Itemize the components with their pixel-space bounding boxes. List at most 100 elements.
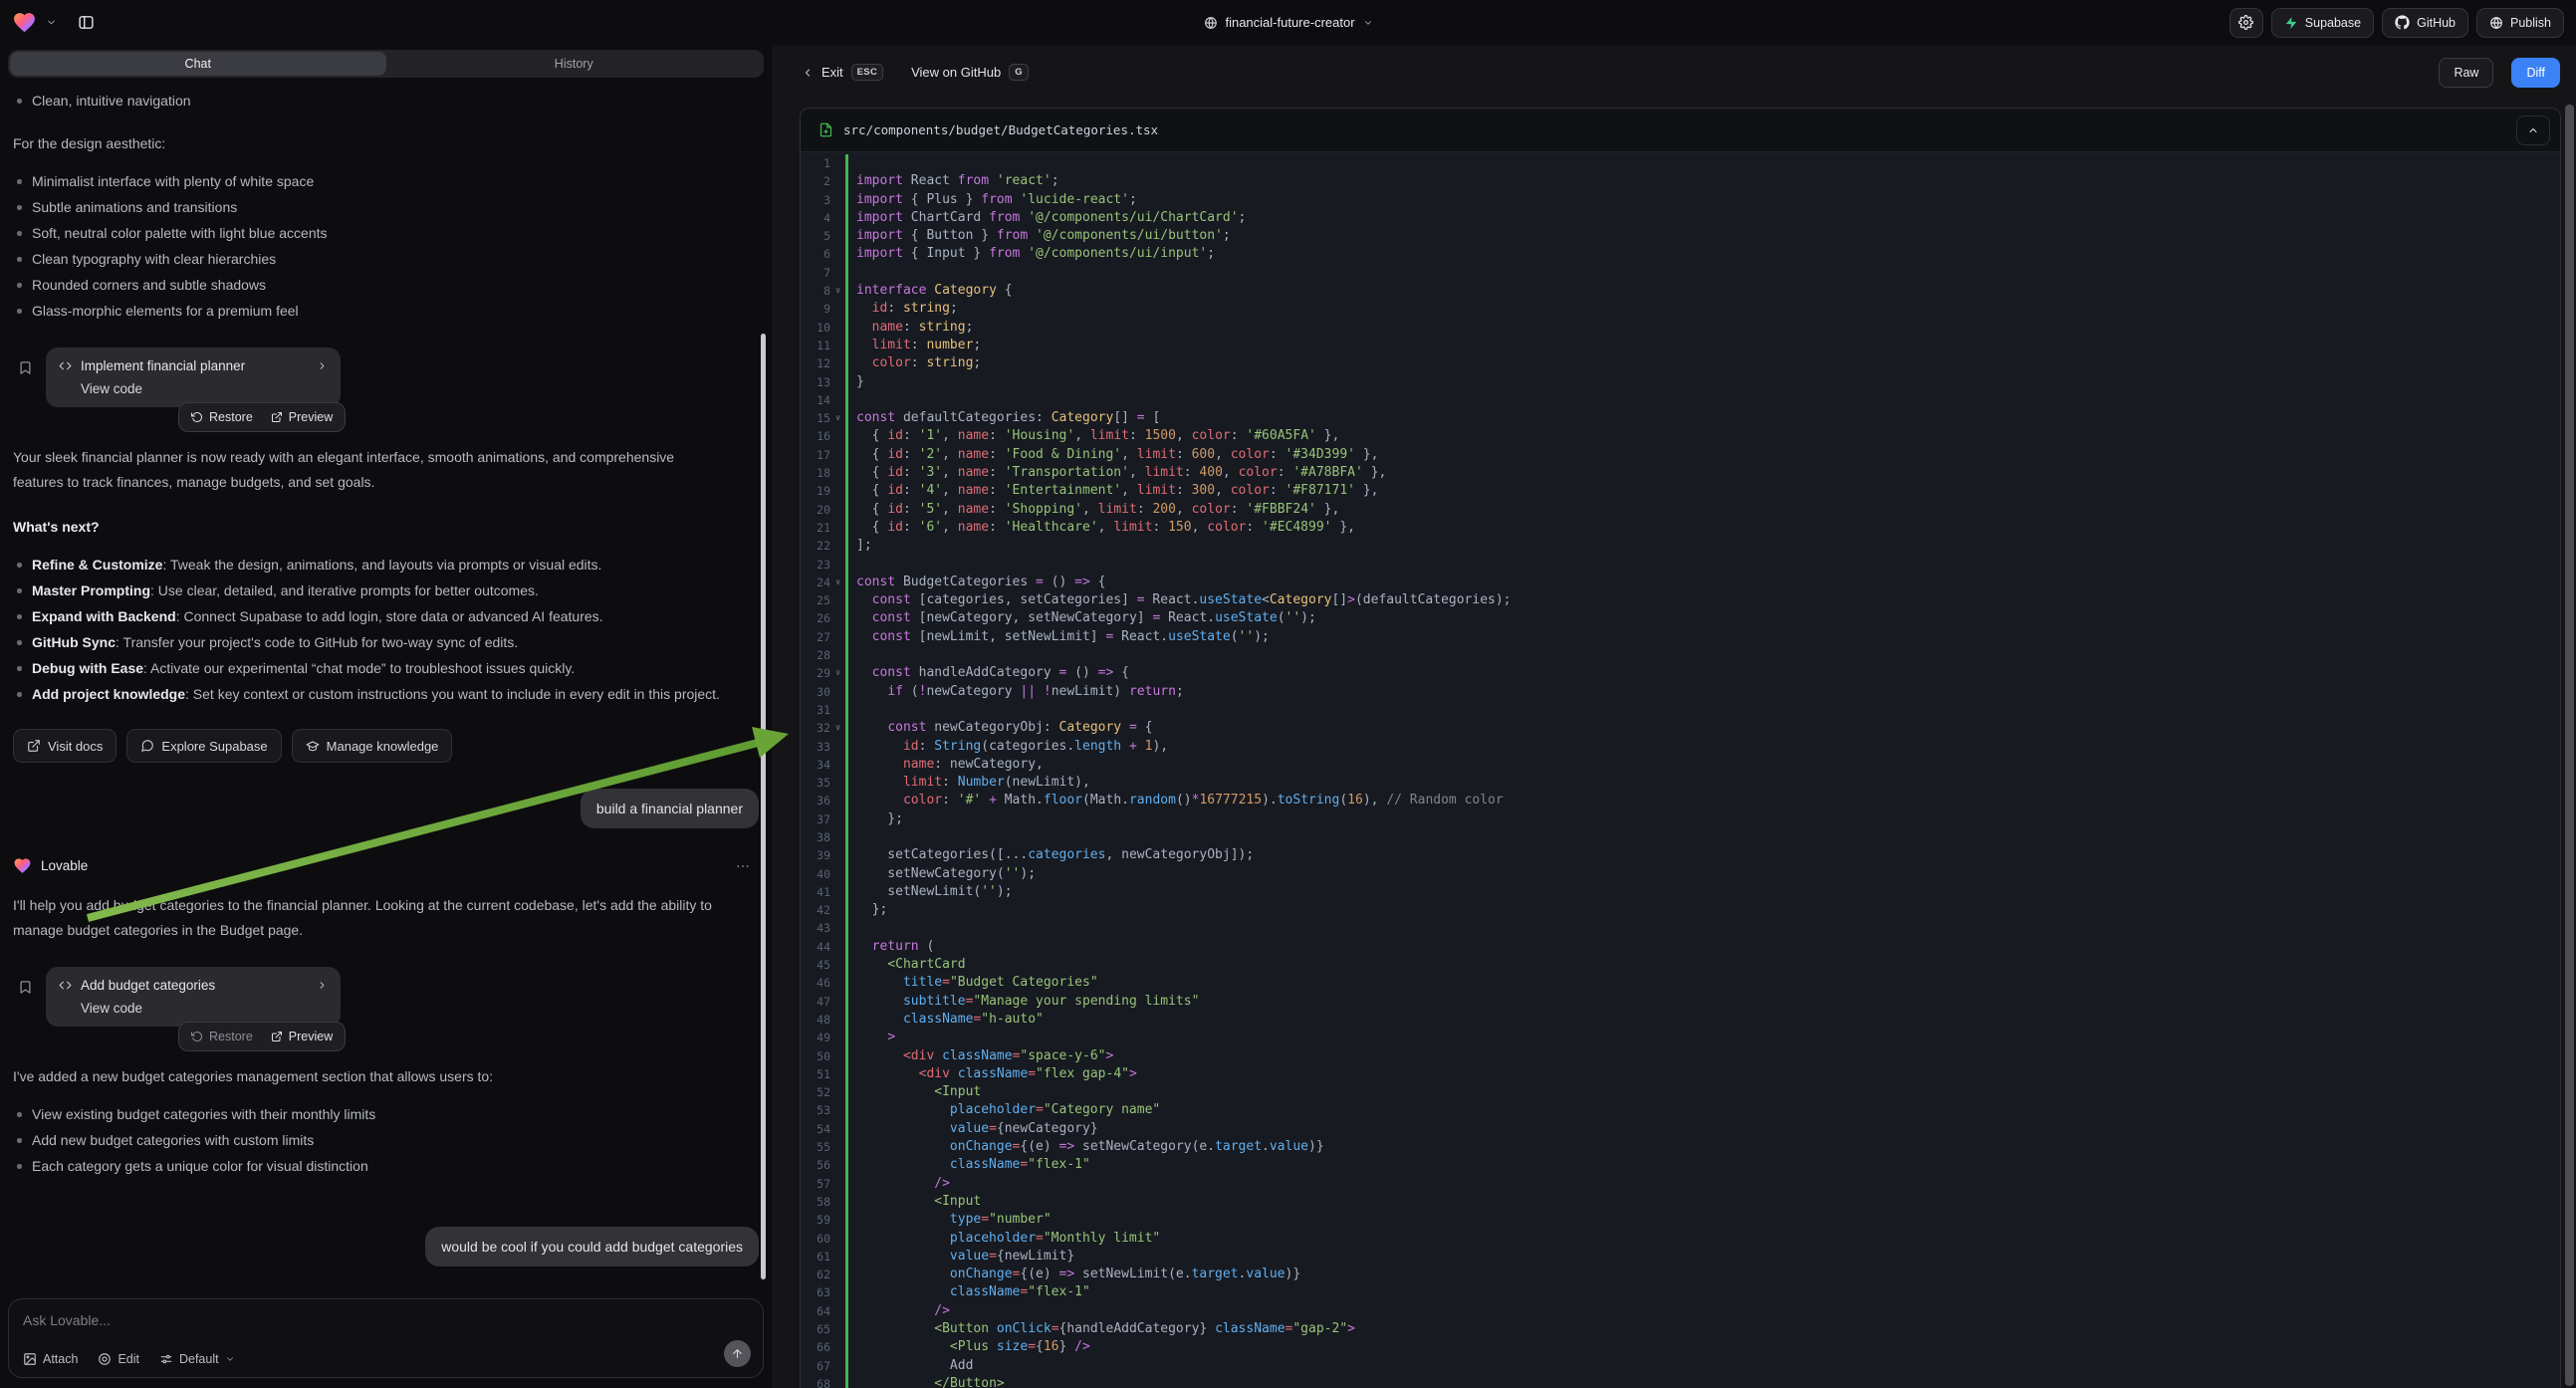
settings-button[interactable] — [2229, 8, 2263, 38]
code-line: 45 <ChartCard — [801, 956, 2560, 974]
view-on-github-button[interactable]: View on GitHub G — [911, 64, 1029, 81]
view-code-link[interactable]: View code — [81, 381, 328, 396]
top-bar: financial-future-creator Supabase GitHub… — [0, 0, 2576, 45]
code-line: 62 onChange={(e) => setNewLimit(e.target… — [801, 1266, 2560, 1283]
project-switcher[interactable]: financial-future-creator — [1203, 0, 1372, 45]
file-added-icon — [819, 122, 833, 137]
supabase-button[interactable]: Supabase — [2271, 8, 2374, 38]
user-message-row: would be cool if you could add budget ca… — [13, 1227, 759, 1267]
edit-label: Edit — [117, 1352, 139, 1366]
edit-button[interactable]: Edit — [98, 1352, 139, 1366]
code-line: 51 <div className="flex gap-4"> — [801, 1065, 2560, 1083]
code-area[interactable]: 1 2import React from 'react';3import { P… — [801, 152, 2560, 1388]
mode-label: Default — [179, 1352, 219, 1366]
version-title: Implement financial planner — [81, 358, 245, 373]
send-button[interactable] — [724, 1340, 751, 1367]
diff-toggle-button[interactable]: Diff — [2511, 58, 2560, 88]
prompt-toolbar: Attach Edit Default — [23, 1352, 749, 1366]
restore-button[interactable]: Restore — [191, 410, 253, 424]
lovable-logo-icon[interactable] — [12, 10, 37, 35]
view-code-link[interactable]: View code — [81, 1001, 328, 1016]
logo-menu-chevron-icon[interactable] — [46, 17, 57, 28]
bookmark-icon[interactable] — [18, 980, 33, 995]
project-globe-icon — [1203, 16, 1217, 30]
list-item: Refine & Customize: Tweak the design, an… — [13, 552, 722, 578]
prompt-input[interactable]: Ask Lovable... Attach Edit Default — [8, 1298, 764, 1378]
rotate-ccw-icon — [191, 1031, 203, 1042]
collapse-file-button[interactable] — [2516, 116, 2550, 145]
target-icon — [98, 1352, 112, 1366]
github-button[interactable]: GitHub — [2382, 8, 2468, 38]
exit-button[interactable]: Exit ESC — [802, 64, 883, 81]
code-line: 17 { id: '2', name: 'Food & Dining', lim… — [801, 446, 2560, 464]
code-line: 19 { id: '4', name: 'Entertainment', lim… — [801, 482, 2560, 500]
publish-button[interactable]: Publish — [2476, 8, 2564, 38]
chip-explore-supabase[interactable]: Explore Supabase — [126, 729, 281, 763]
github-label: GitHub — [2417, 16, 2456, 30]
mode-chevron-down-icon — [225, 1354, 235, 1364]
supabase-label: Supabase — [2305, 16, 2361, 30]
fold-chevron-icon[interactable]: ∨ — [830, 574, 845, 591]
code-line: 29∨ const handleAddCategory = () => { — [801, 664, 2560, 682]
fold-chevron-icon[interactable]: ∨ — [830, 664, 845, 682]
code-line: 18 { id: '3', name: 'Transportation', li… — [801, 464, 2560, 482]
bookmark-icon[interactable] — [18, 360, 33, 375]
bullet-list: Minimalist interface with plenty of whit… — [13, 168, 759, 324]
publish-label: Publish — [2510, 16, 2551, 30]
code-line: 61 value={newLimit} — [801, 1248, 2560, 1266]
restore-button[interactable]: Restore — [191, 1030, 253, 1043]
chat-scrollbar[interactable] — [761, 334, 766, 1279]
code-line: 49 > — [801, 1029, 2560, 1046]
version-card-body[interactable]: Add budget categories View code — [46, 967, 341, 1027]
code-line: 27 const [newLimit, setNewLimit] = React… — [801, 628, 2560, 646]
chip-visit-docs[interactable]: Visit docs — [13, 729, 117, 763]
fold-chevron-icon[interactable]: ∨ — [830, 409, 845, 427]
list-item: Expand with Backend: Connect Supabase to… — [13, 603, 722, 629]
code-line: 24∨const BudgetCategories = () => { — [801, 574, 2560, 591]
code-line: 15∨const defaultCategories: Category[] =… — [801, 409, 2560, 427]
file-path: src/components/budget/BudgetCategories.t… — [843, 122, 1158, 137]
version-card-body[interactable]: Implement financial planner View code — [46, 347, 341, 407]
code-panel: Exit ESC View on GitHub G Raw Diff src/c… — [772, 45, 2576, 1388]
preview-button[interactable]: Preview — [271, 410, 333, 424]
topbar-actions: Supabase GitHub Publish — [2229, 8, 2564, 38]
code-line: 43 — [801, 919, 2560, 937]
code-line: 57 /> — [801, 1175, 2560, 1193]
list-item: Each category gets a unique color for vi… — [13, 1153, 722, 1179]
fold-chevron-icon[interactable]: ∨ — [830, 282, 845, 300]
version-title: Add budget categories — [81, 978, 215, 993]
fold-chevron-icon[interactable]: ∨ — [830, 719, 845, 737]
raw-toggle-button[interactable]: Raw — [2439, 58, 2493, 88]
image-icon — [23, 1352, 37, 1366]
code-line: 38 — [801, 828, 2560, 846]
code-header: Exit ESC View on GitHub G Raw Diff — [772, 45, 2576, 100]
mode-select[interactable]: Default — [159, 1352, 235, 1366]
assistant-paragraph: I've added a new budget categories manag… — [13, 1064, 718, 1089]
message-menu-icon[interactable] — [735, 858, 751, 874]
code-line: 42 }; — [801, 901, 2560, 919]
chip-label: Explore Supabase — [161, 739, 267, 754]
toggle-sidebar-button[interactable] — [72, 9, 100, 37]
exit-label: Exit — [821, 65, 843, 80]
code-line: 39 setCategories([...categories, newCate… — [801, 846, 2560, 864]
view-on-github-label: View on GitHub — [911, 65, 1001, 80]
code-line: 59 type="number" — [801, 1211, 2560, 1229]
tab-chat[interactable]: Chat — [10, 52, 386, 76]
external-link-icon — [271, 411, 283, 423]
tab-history[interactable]: History — [386, 52, 763, 76]
attach-button[interactable]: Attach — [23, 1352, 78, 1366]
chip-manage-knowledge[interactable]: Manage knowledge — [292, 729, 453, 763]
code-line: 2import React from 'react'; — [801, 172, 2560, 190]
code-scrollbar[interactable] — [2565, 105, 2574, 1386]
preview-button[interactable]: Preview — [271, 1030, 333, 1043]
code-card: src/components/budget/BudgetCategories.t… — [800, 108, 2561, 1388]
code-line: 21 { id: '6', name: 'Healthcare', limit:… — [801, 519, 2560, 537]
file-bar: src/components/budget/BudgetCategories.t… — [801, 109, 2560, 152]
list-item: Clean typography with clear hierarchies — [13, 246, 722, 272]
chevron-right-icon — [317, 360, 328, 371]
version-actions: Restore Preview — [178, 1022, 346, 1051]
code-line: 1 — [801, 154, 2560, 172]
chat-scroll[interactable]: Clean, intuitive navigationFor the desig… — [0, 78, 772, 1292]
g-badge: G — [1009, 64, 1029, 81]
code-line: 55 onChange={(e) => setNewCategory(e.tar… — [801, 1138, 2560, 1156]
